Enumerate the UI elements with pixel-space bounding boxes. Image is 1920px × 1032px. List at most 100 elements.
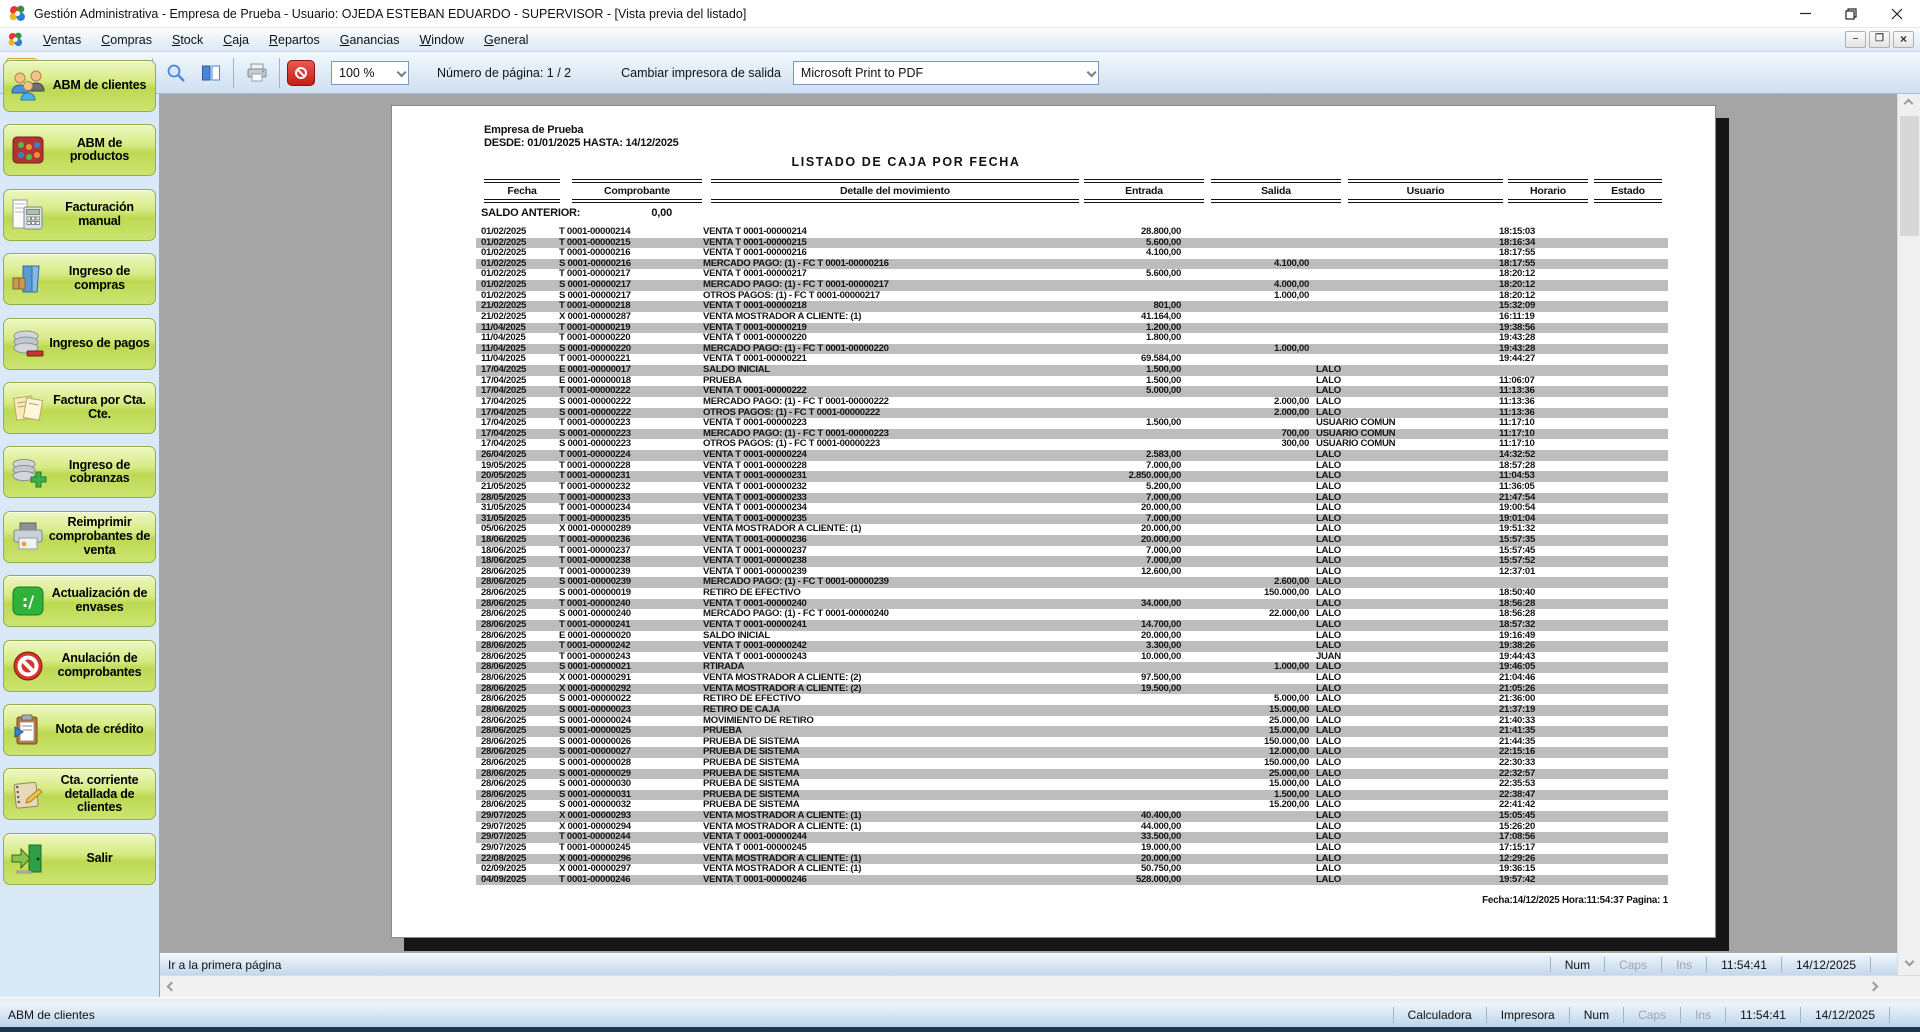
- mdi-restore-button[interactable]: ❐: [1869, 31, 1890, 48]
- sidebar-button-ingreso-de-cobranzas[interactable]: Ingreso de cobranzas: [3, 446, 156, 498]
- table-row: 17/04/2025S 0001-00000223MERCADO PAGO: (…: [476, 429, 1668, 440]
- sidebar-button-salir[interactable]: Salir: [3, 833, 156, 885]
- column-rule: [572, 179, 702, 183]
- cell-fecha: 21/02/2025: [481, 312, 559, 323]
- cell-entrada: 1.500,00: [1071, 418, 1181, 429]
- cell-usuario: LALO: [1316, 662, 1494, 673]
- close-preview-button[interactable]: [287, 60, 315, 86]
- cell-horario: 11:13:36: [1499, 397, 1587, 408]
- sidebar-button-label: Anulación de comprobantes: [47, 652, 155, 680]
- sidebar-button-ingreso-de-compras[interactable]: Ingreso de compras: [3, 253, 156, 305]
- table-row: 05/06/2025X 0001-00000289VENTA MOSTRADOR…: [476, 524, 1668, 535]
- print-button[interactable]: [241, 58, 272, 88]
- status-cell-14-12-2025: 14/12/2025: [1800, 1007, 1890, 1024]
- scroll-down-icon[interactable]: [1905, 960, 1914, 969]
- mdi-minimize-button[interactable]: –: [1845, 31, 1866, 48]
- vscroll-thumb[interactable]: [1900, 116, 1919, 236]
- column-rule: [1508, 179, 1588, 183]
- zoom-select[interactable]: 100 %: [331, 61, 409, 85]
- sidebar-button-factura-por-cta-cte-[interactable]: Factura por Cta. Cte.: [3, 382, 156, 434]
- restore-button[interactable]: [1828, 0, 1874, 27]
- table-row: 17/04/2025T 0001-00000222VENTA T 0001-00…: [476, 386, 1668, 397]
- column-rule: [1211, 179, 1341, 183]
- cell-usuario: LALO: [1316, 800, 1494, 811]
- cell-salida: 2.000,00: [1181, 397, 1309, 408]
- zoom-button[interactable]: [160, 58, 191, 88]
- menu-general[interactable]: General: [474, 30, 538, 50]
- sidebar-button-label: Factura por Cta. Cte.: [47, 394, 155, 422]
- table-row: 31/05/2025T 0001-00000235VENTA T 0001-00…: [476, 514, 1668, 525]
- cell-horario: 11:36:05: [1499, 482, 1587, 493]
- cell-usuario: LALO: [1316, 631, 1494, 642]
- menu-repartos[interactable]: Repartos: [259, 30, 330, 50]
- cell-usuario: LALO: [1316, 503, 1494, 514]
- sidebar-button-abm-de-productos[interactable]: ABM de productos: [3, 124, 156, 176]
- table-row: 28/06/2025S 0001-00000023RETIRO DE CAJA1…: [476, 705, 1668, 716]
- table-row: 29/07/2025X 0001-00000294VENTA MOSTRADOR…: [476, 822, 1668, 833]
- status-cell-num: Num: [1569, 1007, 1623, 1024]
- menu-caja[interactable]: Caja: [213, 30, 259, 50]
- cell-detalle: VENTA T 0001-00000246: [703, 875, 1077, 886]
- scroll-up-icon[interactable]: [1905, 100, 1914, 109]
- table-row: 28/06/2025S 0001-00000022RETIRO DE EFECT…: [476, 694, 1668, 705]
- cell-entrada: 4.100,00: [1071, 248, 1181, 259]
- sidebar-button-nota-de-crédito[interactable]: Nota de crédito: [3, 704, 156, 756]
- column-rule: [1348, 179, 1503, 183]
- cell-usuario: USUARIO COMUN: [1316, 439, 1494, 450]
- cell-entrada: 20.000,00: [1071, 535, 1181, 546]
- cell-detalle: VENTA T 0001-00000241: [703, 620, 1077, 631]
- table-row: 28/06/2025S 0001-00000027PRUEBA DE SISTE…: [476, 747, 1668, 758]
- svg-text::/: :/: [22, 592, 34, 611]
- sidebar-button-anulación-de-comprobantes[interactable]: Anulación de comprobantes: [3, 640, 156, 692]
- sidebar-button-cta-corriente-detallada-de-clientes[interactable]: Cta. corriente detallada de clientes: [3, 768, 156, 820]
- status-cell-caps: Caps: [1604, 957, 1661, 972]
- scroll-right-icon[interactable]: [1872, 983, 1881, 992]
- table-row: 20/05/2025T 0001-00000231VENTA T 0001-00…: [476, 471, 1668, 482]
- two-pages-button[interactable]: [195, 58, 226, 88]
- menu-window[interactable]: Window: [409, 30, 473, 50]
- sidebar-button-ingreso-de-pagos[interactable]: Ingreso de pagos: [3, 318, 156, 370]
- cell-fecha: 29/07/2025: [481, 843, 559, 854]
- menu-compras[interactable]: Compras: [91, 30, 162, 50]
- cell-usuario: LALO: [1316, 726, 1494, 737]
- cell-usuario: LALO: [1316, 471, 1494, 482]
- column-rule: [572, 199, 702, 203]
- app-status-bar: ABM de clientes CalculadoraImpresoraNumC…: [0, 1003, 1920, 1027]
- printer-select[interactable]: Microsoft Print to PDF: [793, 61, 1099, 85]
- scroll-left-icon[interactable]: [168, 983, 177, 992]
- table-row: 01/02/2025T 0001-00000217VENTA T 0001-00…: [476, 269, 1668, 280]
- minimize-button[interactable]: [1782, 0, 1828, 27]
- cell-salida: 300,00: [1181, 439, 1309, 450]
- table-row: 17/04/2025E 0001-00000017SALDO INICIAL1.…: [476, 365, 1668, 376]
- menu-ventas[interactable]: Ventas: [33, 30, 91, 50]
- sidebar-button-label: Salir: [47, 852, 155, 866]
- sidebar-button-abm-de-clientes[interactable]: ABM de clientes: [3, 60, 156, 112]
- status-cell-14-12-2025: 14/12/2025: [1781, 957, 1871, 972]
- mdi-close-button[interactable]: ×: [1893, 31, 1914, 48]
- cell-comprobante: T 0001-00000236: [559, 535, 697, 546]
- sidebar-button-facturación-manual[interactable]: Facturación manual: [3, 189, 156, 241]
- cell-detalle: VENTA MOSTRADOR A CLIENTE: (1): [703, 312, 1077, 323]
- sidebar-button-label: Reimprimir comprobantes de venta: [47, 516, 155, 557]
- report-footer: Fecha:14/12/2025 Hora:11:54:37 Pagina: 1: [476, 895, 1668, 906]
- cell-comprobante: T 0001-00000232: [559, 482, 697, 493]
- cell-usuario: LALO: [1316, 641, 1494, 652]
- column-header-detalle-del-movimiento: Detalle del movimiento: [711, 185, 1079, 197]
- column-header-fecha: Fecha: [484, 185, 560, 197]
- table-row: 26/04/2025T 0001-00000224VENTA T 0001-00…: [476, 450, 1668, 461]
- menu-ganancias[interactable]: Ganancias: [330, 30, 410, 50]
- report-date-range: DESDE: 01/01/2025 HASTA: 14/12/2025: [484, 137, 679, 149]
- cell-usuario: LALO: [1316, 365, 1494, 376]
- sidebar-button-label: Facturación manual: [47, 201, 155, 229]
- cell-comprobante: S 0001-00000023: [559, 705, 697, 716]
- vertical-scrollbar[interactable]: [1897, 94, 1920, 975]
- cell-usuario: LALO: [1316, 450, 1494, 461]
- sidebar-button-reimprimir-comprobantes-de-venta[interactable]: Reimprimir comprobantes de venta: [3, 511, 156, 563]
- window-bottom-edge: [0, 1027, 1920, 1032]
- sidebar-button-actualización-de-envases[interactable]: :/Actualización de envases: [3, 575, 156, 627]
- menu-stock[interactable]: Stock: [162, 30, 213, 50]
- close-button[interactable]: [1874, 0, 1920, 27]
- horizontal-scrollbar[interactable]: [160, 975, 1920, 997]
- table-row: 28/06/2025T 0001-00000242VENTA T 0001-00…: [476, 641, 1668, 652]
- sidebar-button-label: Ingreso de pagos: [47, 337, 155, 351]
